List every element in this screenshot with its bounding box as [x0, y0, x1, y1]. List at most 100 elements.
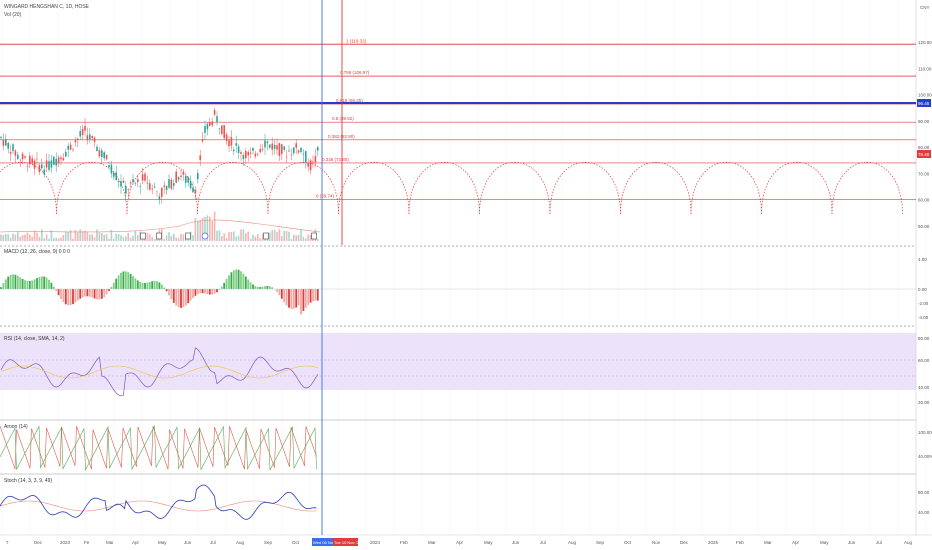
volume-bar — [192, 235, 194, 241]
candle-body — [60, 157, 62, 160]
macd-bar — [98, 289, 101, 300]
candle-body — [309, 160, 312, 171]
candle-body — [105, 155, 108, 160]
macd-bar — [48, 279, 50, 289]
volume-bar — [281, 236, 283, 241]
candle-body — [156, 191, 158, 193]
time-label: Aug — [904, 540, 913, 545]
macd-bar — [252, 284, 254, 289]
fib-label: 0.236 (73.80) — [322, 157, 349, 162]
macd-bar — [26, 280, 29, 289]
cycle-arcs[interactable] — [0, 162, 903, 215]
candle-body — [89, 134, 91, 140]
volume-bar — [228, 232, 230, 241]
volume-bar — [237, 235, 240, 241]
volume-bar — [230, 231, 233, 241]
volume-bar — [240, 229, 242, 241]
price-tick: 100.00 — [918, 93, 932, 98]
macd-bar — [211, 289, 214, 295]
candle-body — [269, 144, 271, 148]
volume-bar — [101, 233, 103, 241]
macd-bar — [266, 285, 269, 289]
candle-body — [271, 143, 273, 150]
volume-bar — [235, 236, 237, 241]
candle-body — [192, 187, 194, 193]
stoch-label[interactable]: Stoch (14, 3, 3, 9, 49) — [4, 478, 52, 484]
time-label: Fe — [84, 540, 90, 545]
macd-bar — [300, 289, 302, 315]
fib-label: 0.382 (82.80) — [328, 134, 355, 139]
dividend-marker — [140, 232, 146, 240]
candle-body — [151, 188, 153, 190]
macd-bar — [72, 289, 74, 305]
macd-bar — [115, 278, 118, 289]
rsi-label[interactable]: RSI (14, close, SMA, 14, 2) — [4, 336, 65, 342]
macd-bar — [88, 289, 91, 297]
volume-bar — [134, 230, 137, 241]
macd-bar — [57, 289, 60, 296]
volume-bar — [252, 234, 254, 241]
volume-bar — [125, 236, 127, 241]
macd-bar — [19, 277, 22, 289]
macd-bar — [134, 278, 137, 289]
macd-bar — [105, 289, 108, 295]
macd-label[interactable]: MACD (12, 26, close, 9) 0 0 0 — [4, 249, 70, 255]
candle-body — [257, 153, 259, 155]
candle-body — [252, 148, 254, 151]
candle-body — [297, 150, 300, 153]
cycle-arc — [479, 162, 551, 215]
price-tick: 80.00 — [918, 145, 930, 150]
price-tick: 110.00 — [918, 66, 932, 71]
macd-bar — [259, 286, 262, 289]
macd-bar — [192, 289, 194, 299]
time-label: Jul — [210, 540, 216, 545]
macd-bar — [120, 272, 122, 289]
symbol-title[interactable]: WINGARD HENGSHAN C, 1D, HOSE — [4, 4, 89, 10]
stoch-axis-ticks: 80.00 40.00 — [918, 490, 930, 515]
candle-body — [110, 164, 113, 174]
macd-bar — [232, 270, 235, 289]
candle-body — [307, 162, 309, 167]
volume-bar — [216, 230, 218, 241]
volume-bar — [105, 234, 108, 241]
volume-bar — [173, 233, 175, 241]
candle-body — [285, 156, 288, 158]
volume-bar — [38, 236, 41, 241]
time-label: Mar — [106, 540, 114, 545]
volume-bar — [175, 237, 177, 241]
macd-bar — [33, 279, 36, 289]
volume-bar — [225, 238, 228, 241]
candle-body — [235, 143, 237, 146]
aroon-label[interactable]: Aroon (14) — [4, 424, 28, 430]
candle-body — [266, 141, 269, 144]
volume-bar — [218, 230, 221, 241]
time-label: Mar — [428, 540, 436, 545]
macd-bar — [194, 289, 197, 296]
cycle-arc — [267, 162, 339, 215]
volume-bar — [259, 238, 261, 241]
macd-bar — [206, 289, 209, 295]
macd-bar — [79, 289, 82, 299]
volume-bar — [48, 238, 50, 241]
time-label: Sep — [264, 540, 273, 545]
candle-body — [137, 179, 139, 183]
macd-bar — [168, 289, 170, 296]
macd-bar — [55, 289, 58, 291]
candle-body — [0, 136, 2, 138]
volume-indicator-label[interactable]: Vol (20) — [4, 12, 21, 18]
macd-bar — [177, 289, 180, 308]
candle-body — [101, 150, 103, 157]
chart-canvas[interactable]: 1 (119.32) 0.786 (106.97) 0.618 (96.25) 0.5… — [0, 0, 932, 550]
macd-bar — [74, 289, 77, 303]
cycle-arc — [549, 162, 621, 215]
time-label: May — [158, 540, 167, 545]
volume-bar — [300, 229, 302, 241]
candle-body — [67, 145, 69, 150]
volume-bar — [33, 230, 36, 241]
candle-body — [290, 154, 293, 156]
volume-bar — [5, 234, 7, 241]
fib-label: 0.618 (96.25) — [336, 98, 363, 103]
candle-body — [312, 161, 314, 163]
time-label: Dec — [680, 540, 689, 545]
time-label: Oct — [292, 540, 300, 545]
